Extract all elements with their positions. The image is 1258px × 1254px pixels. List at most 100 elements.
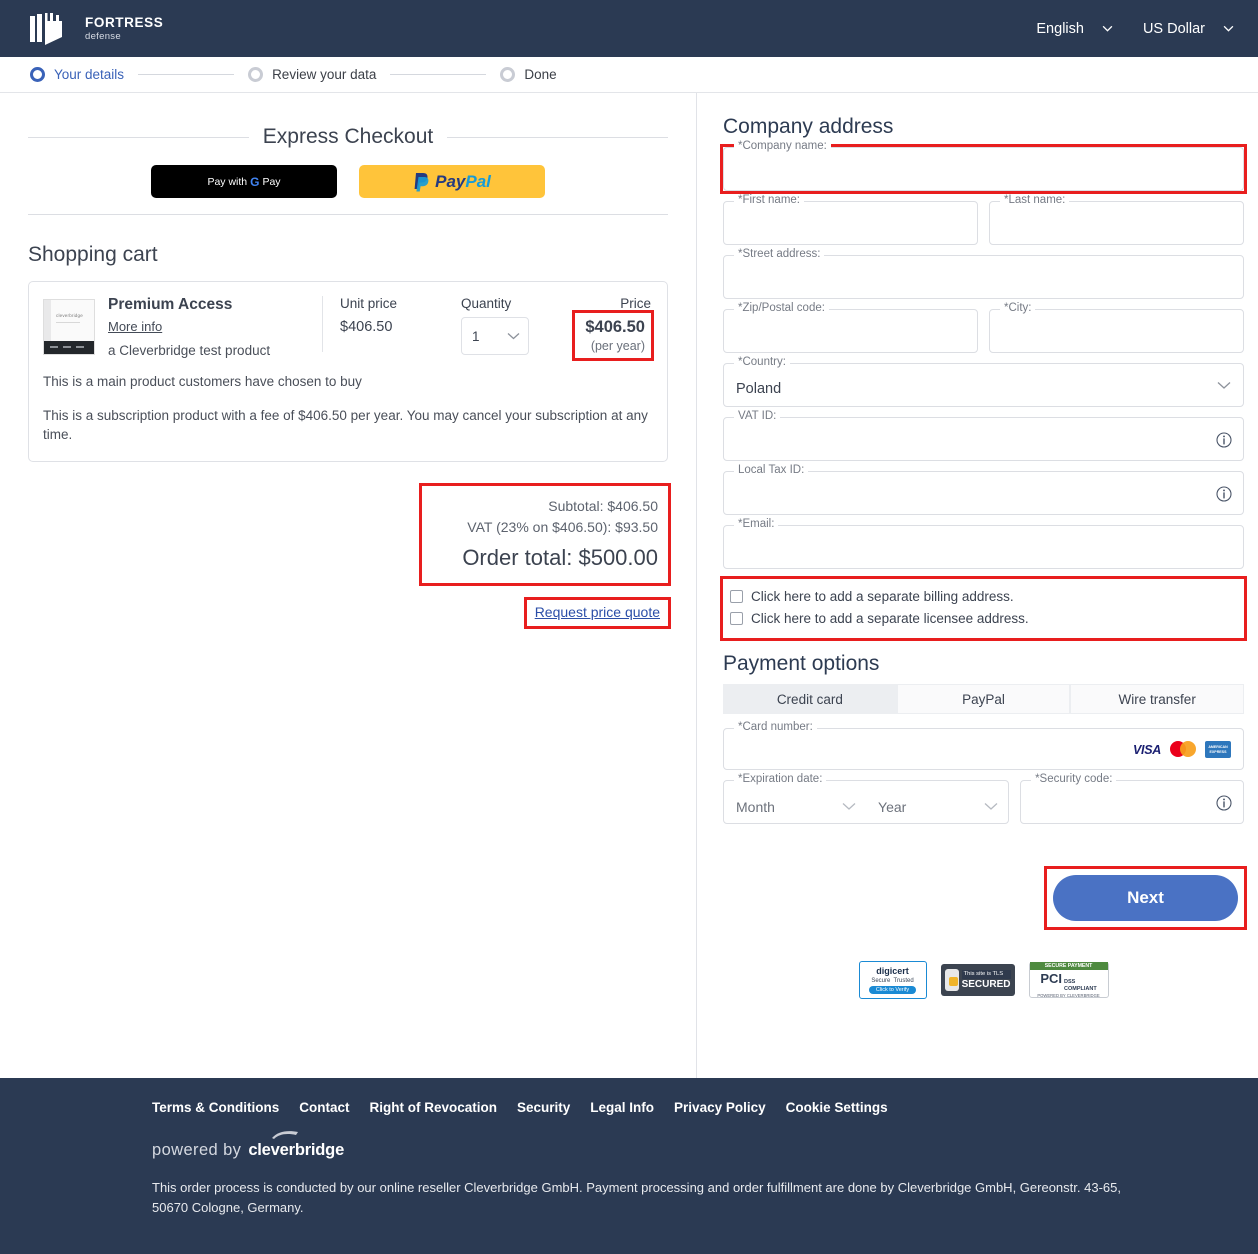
product-info: Premium Access More info a Cleverbridge …	[95, 296, 318, 358]
step-label: Your details	[54, 67, 124, 82]
step-label: Done	[524, 67, 556, 82]
paypal-button[interactable]: PayPal	[359, 165, 545, 198]
expiration-month-value: Month	[736, 799, 775, 815]
info-icon[interactable]	[1216, 795, 1232, 811]
more-info-link[interactable]: More info	[108, 319, 162, 334]
local-tax-id-field[interactable]: Local Tax ID:	[723, 471, 1244, 515]
footer-legal-note: This order process is conducted by our o…	[0, 1178, 1258, 1217]
trust-badges: digicert Secure  Trusted Click to Verif…	[723, 961, 1244, 999]
language-selector[interactable]: English	[1036, 21, 1113, 37]
cart-item-box: cleverbridge Premium Access More info a …	[28, 281, 668, 462]
billing-address-checkbox-label: Click here to add a separate billing add…	[751, 589, 1014, 604]
footer-links: Terms & Conditions Contact Right of Revo…	[0, 1100, 1258, 1115]
powered-by-cleverbridge: powered by cleverbridge	[0, 1141, 1258, 1160]
company-name-field[interactable]: *Company name:	[723, 147, 1244, 191]
next-button-highlight: Next	[1047, 869, 1244, 927]
company-address-title: Company address	[723, 115, 1244, 139]
local-tax-id-input[interactable]	[724, 472, 1243, 514]
chevron-down-icon	[984, 802, 998, 811]
quantity-select[interactable]: 1	[461, 317, 529, 355]
footer-link-terms[interactable]: Terms & Conditions	[152, 1100, 279, 1115]
zip-input[interactable]	[724, 310, 977, 352]
last-name-input[interactable]	[990, 202, 1243, 244]
country-label: *Country:	[734, 356, 790, 368]
tls-line-2: SECURED	[962, 979, 1011, 991]
powered-by-label: powered by	[152, 1141, 241, 1160]
pci-powered-label: POWERED BY CLEVERBRIDGE	[1037, 993, 1099, 998]
footer-link-privacy-policy[interactable]: Privacy Policy	[674, 1100, 766, 1115]
step-your-details[interactable]: Your details	[30, 67, 124, 82]
tab-wire-transfer[interactable]: Wire transfer	[1070, 684, 1244, 714]
tab-credit-card[interactable]: Credit card	[723, 684, 897, 714]
next-button[interactable]: Next	[1053, 875, 1238, 921]
city-input[interactable]	[990, 310, 1243, 352]
step-review-your-data[interactable]: Review your data	[248, 67, 376, 82]
shopping-cart-title: Shopping cart	[28, 243, 668, 267]
payment-method-tabs: Credit card PayPal Wire transfer	[723, 684, 1244, 714]
pci-top-label: SECURE PAYMENT	[1030, 962, 1108, 970]
digicert-subtitle: Secure  Trusted	[871, 977, 913, 984]
gpay-label: Pay with	[207, 176, 247, 188]
vat-id-field[interactable]: VAT ID:	[723, 417, 1244, 461]
amex-icon: AMERICAN EXPRESS	[1205, 741, 1231, 758]
last-name-field[interactable]: *Last name:	[989, 201, 1244, 245]
express-checkout-title: Express Checkout	[263, 125, 433, 149]
page-footer: Terms & Conditions Contact Right of Revo…	[0, 1078, 1258, 1254]
vat-id-label: VAT ID:	[734, 410, 780, 422]
country-select[interactable]: *Country: Poland	[723, 363, 1244, 407]
tab-paypal[interactable]: PayPal	[897, 684, 1071, 714]
footer-link-right-of-revocation[interactable]: Right of Revocation	[370, 1100, 498, 1115]
request-price-quote-link[interactable]: Request price quote	[535, 604, 660, 620]
step-circle-icon	[500, 67, 515, 82]
footer-link-cookie-settings[interactable]: Cookie Settings	[786, 1100, 888, 1115]
step-done[interactable]: Done	[500, 67, 556, 82]
info-icon[interactable]	[1216, 486, 1232, 502]
checkout-progress-steps: Your details Review your data Done	[0, 57, 1258, 93]
first-name-input[interactable]	[724, 202, 977, 244]
subtotal-line: Subtotal: $406.50	[436, 496, 658, 517]
expiration-month-select[interactable]: Month	[724, 781, 866, 823]
digicert-badge-icon[interactable]: digicert Secure  Trusted Click to Verif…	[859, 961, 927, 999]
google-pay-button[interactable]: Pay with G Pay	[151, 165, 337, 198]
billing-address-checkbox-row[interactable]: Click here to add a separate billing add…	[730, 586, 1234, 608]
street-address-field[interactable]: *Street address:	[723, 255, 1244, 299]
last-name-label: *Last name:	[1000, 194, 1069, 206]
company-name-input[interactable]	[724, 148, 1243, 190]
checkbox-icon[interactable]	[730, 590, 743, 603]
right-column: Company address *Company name: *First na…	[697, 93, 1258, 1078]
company-name-label: *Company name:	[734, 140, 831, 152]
expiration-date-field[interactable]: *Expiration date: Month Year	[723, 780, 1009, 824]
company-name-highlight: *Company name:	[723, 147, 1244, 191]
security-code-field[interactable]: *Security code:	[1020, 780, 1244, 824]
expiration-year-select[interactable]: Year	[866, 781, 1008, 823]
vat-id-input[interactable]	[724, 418, 1243, 460]
email-label: *Email:	[734, 518, 778, 530]
card-number-label: *Card number:	[734, 721, 817, 733]
cleverbridge-swoosh-icon	[270, 1130, 300, 1140]
totals-area: Subtotal: $406.50 VAT (23% on $406.50): …	[28, 462, 668, 626]
email-field[interactable]: *Email:	[723, 525, 1244, 569]
footer-link-contact[interactable]: Contact	[299, 1100, 349, 1115]
email-input[interactable]	[724, 526, 1243, 568]
zip-field[interactable]: *Zip/Postal code:	[723, 309, 978, 353]
street-address-input[interactable]	[724, 256, 1243, 298]
footer-link-security[interactable]: Security	[517, 1100, 570, 1115]
licensee-address-checkbox-row[interactable]: Click here to add a separate licensee ad…	[730, 608, 1234, 630]
expiration-year-value: Year	[878, 799, 906, 815]
divider	[28, 137, 249, 138]
currency-selector[interactable]: US Dollar	[1143, 21, 1234, 37]
step-circle-icon	[248, 67, 263, 82]
chevron-down-icon	[842, 802, 856, 811]
first-name-field[interactable]: *First name:	[723, 201, 978, 245]
paypal-icon	[413, 172, 430, 192]
footer-link-legal-info[interactable]: Legal Info	[590, 1100, 654, 1115]
product-description-2: This is a subscription product with a fe…	[43, 406, 651, 445]
city-field[interactable]: *City:	[989, 309, 1244, 353]
left-column: Express Checkout Pay with G Pay PayPal S…	[0, 93, 697, 1078]
brand-logo[interactable]: FORTRESS defense	[28, 10, 163, 48]
card-number-field[interactable]: *Card number: VISA AMERICAN EXPRESS	[723, 728, 1244, 770]
checkbox-icon[interactable]	[730, 612, 743, 625]
paypal-pal-text: Pal	[465, 172, 491, 191]
info-icon[interactable]	[1216, 432, 1232, 448]
security-code-input[interactable]	[1021, 781, 1243, 823]
